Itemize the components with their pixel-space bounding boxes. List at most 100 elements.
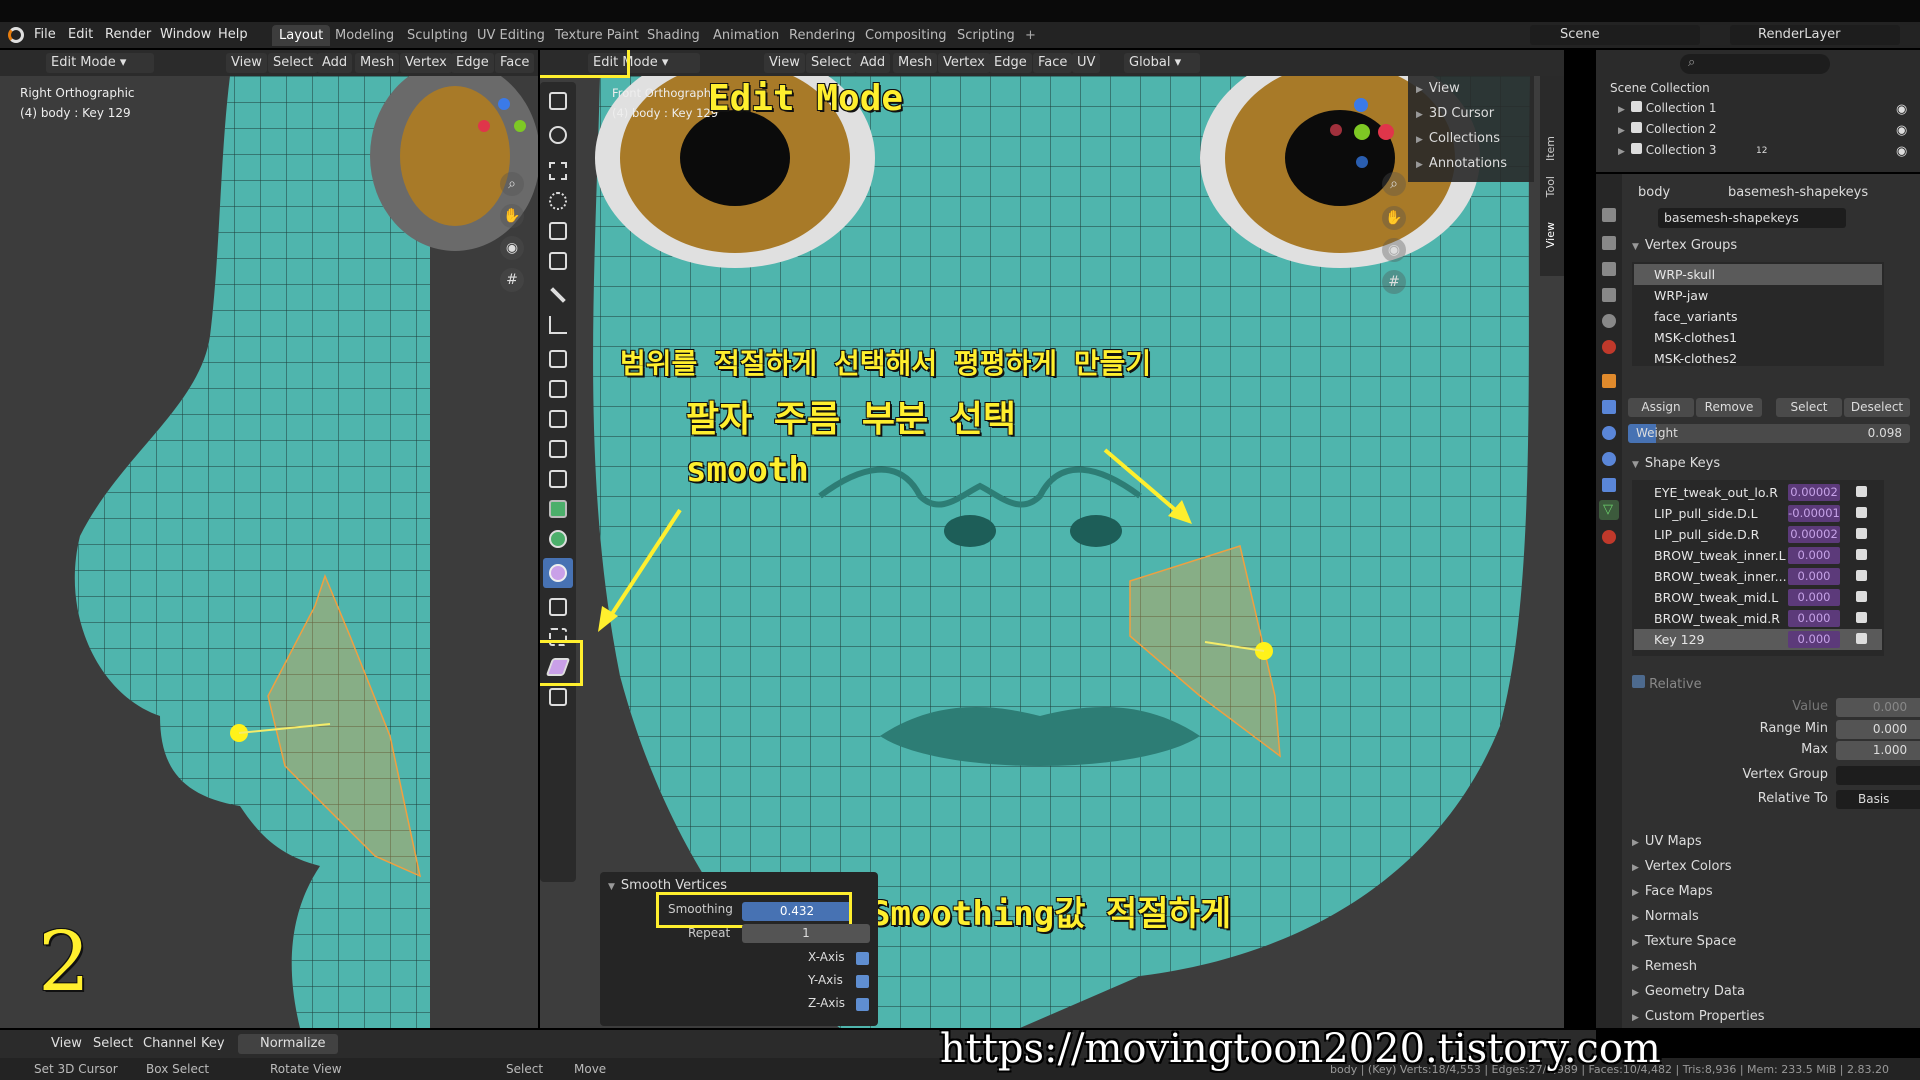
vertex-group-item[interactable]: WRP-jaw (1634, 285, 1882, 306)
vg-deselect-button[interactable]: Deselect (1844, 398, 1910, 417)
eye-icon-2[interactable]: ◉ (1896, 123, 1907, 138)
repeat-field[interactable]: 1 (742, 924, 870, 943)
smooth-tool[interactable] (543, 558, 573, 588)
shape-key-value[interactable]: 0.000 (1788, 568, 1840, 585)
section-geometry-data[interactable]: ▶ Geometry Data (1632, 980, 1745, 1004)
vg-assign-button[interactable]: Assign (1628, 398, 1694, 417)
measure-tool[interactable] (543, 310, 573, 340)
left-zoom-icon[interactable]: ⌕ (500, 172, 524, 196)
shape-key-mute-checkbox[interactable] (1856, 507, 1867, 518)
shape-key-value[interactable]: 0.000 (1788, 547, 1840, 564)
section-face-maps[interactable]: ▶ Face Maps (1632, 880, 1713, 904)
main-pan-hand-icon[interactable]: ✋ (1382, 206, 1406, 230)
annotate-tool[interactable] (543, 280, 573, 310)
move-tool[interactable] (543, 156, 573, 186)
left-viewport[interactable]: Edit Mode ▾ View Select Add Mesh Vertex … (0, 50, 538, 1028)
range-min-field[interactable]: 0.000 (1836, 720, 1920, 739)
mesh-data-selector[interactable]: basemesh-shapekeys (1658, 208, 1846, 228)
scene-tab-icon[interactable] (1602, 314, 1616, 328)
physics-tab-icon[interactable] (1602, 452, 1616, 466)
vertex-group-item[interactable]: WRP-skull (1634, 264, 1882, 285)
relative-option[interactable]: Relative (1632, 674, 1702, 695)
select-box-tool[interactable] (543, 86, 573, 116)
transform-tool[interactable] (543, 246, 573, 276)
main-menu-vertex[interactable]: Vertex (938, 53, 990, 73)
section-normals[interactable]: ▶ Normals (1632, 905, 1699, 929)
value-field[interactable]: 0.000 (1836, 698, 1920, 717)
section-uv-maps[interactable]: ▶ UV Maps (1632, 830, 1702, 854)
cursor-tool[interactable] (543, 120, 573, 150)
left-menu-select[interactable]: Select (268, 53, 319, 73)
eye-icon-3[interactable]: ◉ (1896, 144, 1907, 159)
shape-keys-header[interactable]: ▼ Shape Keys (1632, 452, 1720, 476)
left-menu-view[interactable]: View (226, 53, 267, 73)
main-zoom-icon[interactable]: ⌕ (1382, 172, 1406, 196)
relative-to-field[interactable]: Basis (1836, 790, 1920, 809)
main-menu-uv[interactable]: UV (1072, 53, 1101, 73)
main-camera-icon[interactable]: ◉ (1382, 238, 1406, 262)
shape-key-value[interactable]: 0.000 (1788, 589, 1840, 606)
z-axis-checkbox[interactable] (856, 998, 869, 1011)
left-camera-icon[interactable]: ◉ (500, 236, 524, 260)
npanel-3d-cursor[interactable]: ▶ 3D Cursor (1416, 103, 1494, 124)
menu-window[interactable]: Window (154, 25, 217, 45)
left-menu-mesh[interactable]: Mesh (355, 53, 400, 73)
timeline-menu-select[interactable]: Select (88, 1034, 138, 1054)
vertex-group-item[interactable]: MSK-clothes1 (1634, 327, 1882, 348)
shape-key-item[interactable]: BROW_tweak_mid.L 0.000 (1634, 587, 1882, 608)
shape-key-mute-checkbox[interactable] (1856, 591, 1867, 602)
shape-key-item[interactable]: EYE_tweak_out_lo.R 0.00002 (1634, 482, 1882, 503)
knife-tool[interactable] (543, 464, 573, 494)
render-layer-selector[interactable]: RenderLayer (1730, 25, 1900, 45)
scale-tool[interactable] (543, 216, 573, 246)
npanel-annotations[interactable]: ▶ Annotations (1416, 153, 1507, 174)
left-menu-face[interactable]: Face (495, 53, 535, 73)
vertex-group-field[interactable] (1836, 766, 1920, 785)
weight-slider[interactable]: Weight 0.098 (1628, 424, 1910, 443)
modifier-tab-icon[interactable] (1602, 400, 1616, 414)
orientation-dropdown[interactable]: Global ▾ (1124, 53, 1200, 73)
main-viewport[interactable]: Edit Mode ▾ View Select Add Mesh Vertex … (540, 50, 1564, 1028)
scene-selector[interactable]: Scene (1530, 25, 1700, 45)
props-object-name[interactable]: body (1638, 182, 1670, 203)
shape-key-item[interactable]: Key 129 0.000 (1634, 629, 1882, 650)
main-grid-icon[interactable]: # (1382, 270, 1406, 294)
tab-compositing[interactable]: Compositing (858, 25, 954, 46)
shape-key-mute-checkbox[interactable] (1856, 612, 1867, 623)
world-tab-icon[interactable] (1602, 340, 1616, 354)
rotate-tool[interactable] (543, 186, 573, 216)
menu-help[interactable]: Help (212, 25, 254, 45)
shape-key-mute-checkbox[interactable] (1856, 528, 1867, 539)
scene-collection[interactable]: Scene Collection (1610, 78, 1710, 99)
tab-uv-editing[interactable]: UV Editing (470, 25, 552, 46)
shape-key-value[interactable]: 0.00002 (1788, 526, 1840, 543)
timeline-menu-channel[interactable]: Channel (138, 1034, 201, 1054)
section-texture-space[interactable]: ▶ Texture Space (1632, 930, 1736, 954)
npanel-view[interactable]: ▶ View (1416, 78, 1460, 99)
shape-key-mute-checkbox[interactable] (1856, 486, 1867, 497)
tab-rendering[interactable]: Rendering (782, 25, 862, 46)
shape-key-mute-checkbox[interactable] (1856, 633, 1867, 644)
left-menu-add[interactable]: Add (317, 53, 353, 73)
object-tab-icon[interactable] (1602, 374, 1616, 388)
collection-1-checkbox[interactable] (1630, 101, 1642, 112)
left-grid-icon[interactable]: # (500, 268, 524, 292)
npanel-tab-view[interactable]: View (1544, 222, 1557, 248)
menu-file[interactable]: File (28, 25, 62, 45)
extrude-tool[interactable] (543, 344, 573, 374)
tab-animation[interactable]: Animation (706, 25, 786, 46)
section-vertex-colors[interactable]: ▶ Vertex Colors (1632, 855, 1732, 879)
main-menu-face[interactable]: Face (1033, 53, 1073, 73)
operator-title[interactable]: ▼ Smooth Vertices (608, 878, 727, 893)
max-field[interactable]: 1.000 (1836, 741, 1920, 760)
tab-layout[interactable]: Layout (272, 25, 331, 46)
blender-logo-icon[interactable] (8, 27, 24, 43)
section-remesh[interactable]: ▶ Remesh (1632, 955, 1697, 979)
left-nav-gizmo[interactable] (470, 90, 538, 160)
main-menu-select[interactable]: Select (806, 53, 857, 73)
tab-sculpting[interactable]: Sculpting (400, 25, 475, 46)
npanel-tab-item[interactable]: Item (1544, 136, 1557, 161)
mesh-data-tab-icon[interactable]: ▽ (1599, 500, 1619, 520)
shape-key-item[interactable]: BROW_tweak_inner... 0.000 (1634, 566, 1882, 587)
shape-key-item[interactable]: BROW_tweak_inner.L 0.000 (1634, 545, 1882, 566)
